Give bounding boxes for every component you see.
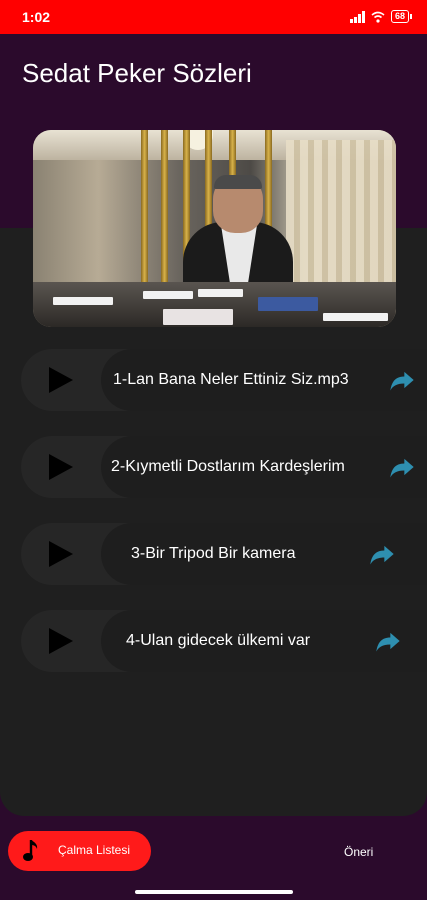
video-person-hair	[214, 175, 262, 189]
bottom-nav: Çalma Listesi Öneri	[0, 816, 427, 900]
nav-suggest-button[interactable]: Öneri	[344, 845, 373, 859]
video-paper	[198, 289, 243, 297]
play-icon[interactable]	[49, 454, 73, 480]
battery-icon: 68	[390, 10, 413, 23]
track-title[interactable]: 3-Bir Tripod Bir kamera	[131, 523, 296, 585]
video-bamboo	[161, 130, 168, 290]
track-title[interactable]: 4-Ulan gidecek ülkemi var	[126, 610, 310, 672]
track-title-area[interactable]: 4-Ulan gidecek ülkemi var	[101, 610, 427, 672]
status-bar: 1:02 68	[0, 0, 427, 34]
track-row[interactable]: 4-Ulan gidecek ülkemi var	[21, 610, 427, 672]
share-icon[interactable]	[388, 366, 416, 394]
track-title[interactable]: 1-Lan Bana Neler Ettiniz Siz.mp3	[113, 349, 349, 411]
app-title: Sedat Peker Sözleri	[22, 58, 252, 88]
video-binder	[258, 297, 318, 311]
video-paper	[323, 313, 388, 321]
status-icons: 68	[349, 10, 413, 23]
track-row[interactable]: 2-Kıymetli Dostlarım Kardeşlerim	[21, 436, 427, 498]
video-paper	[53, 297, 113, 305]
video-thumbnail[interactable]	[33, 130, 396, 327]
video-sign	[163, 309, 233, 325]
video-paper	[143, 291, 193, 299]
nav-playlist-label[interactable]: Çalma Listesi	[58, 843, 130, 857]
track-title-area[interactable]: 2-Kıymetli Dostlarım Kardeşlerim	[101, 436, 427, 498]
track-row[interactable]: 1-Lan Bana Neler Ettiniz Siz.mp3	[21, 349, 427, 411]
wifi-icon	[371, 11, 385, 23]
track-title[interactable]: 2-Kıymetli Dostlarım Kardeşlerim	[111, 436, 345, 498]
share-icon[interactable]	[374, 627, 402, 655]
status-time: 1:02	[22, 9, 51, 25]
track-title-area[interactable]: 1-Lan Bana Neler Ettiniz Siz.mp3	[101, 349, 427, 411]
play-icon[interactable]	[49, 628, 73, 654]
music-note-icon	[23, 840, 38, 861]
play-icon[interactable]	[49, 541, 73, 567]
play-icon[interactable]	[49, 367, 73, 393]
nav-playlist-button[interactable]: Çalma Listesi	[8, 831, 151, 871]
gesture-bar[interactable]	[135, 890, 293, 894]
video-bamboo	[141, 130, 148, 290]
share-icon[interactable]	[388, 453, 416, 481]
track-row[interactable]: 3-Bir Tripod Bir kamera	[21, 523, 427, 585]
share-icon[interactable]	[368, 540, 396, 568]
signal-icon	[349, 10, 365, 23]
track-title-area[interactable]: 3-Bir Tripod Bir kamera	[101, 523, 427, 585]
